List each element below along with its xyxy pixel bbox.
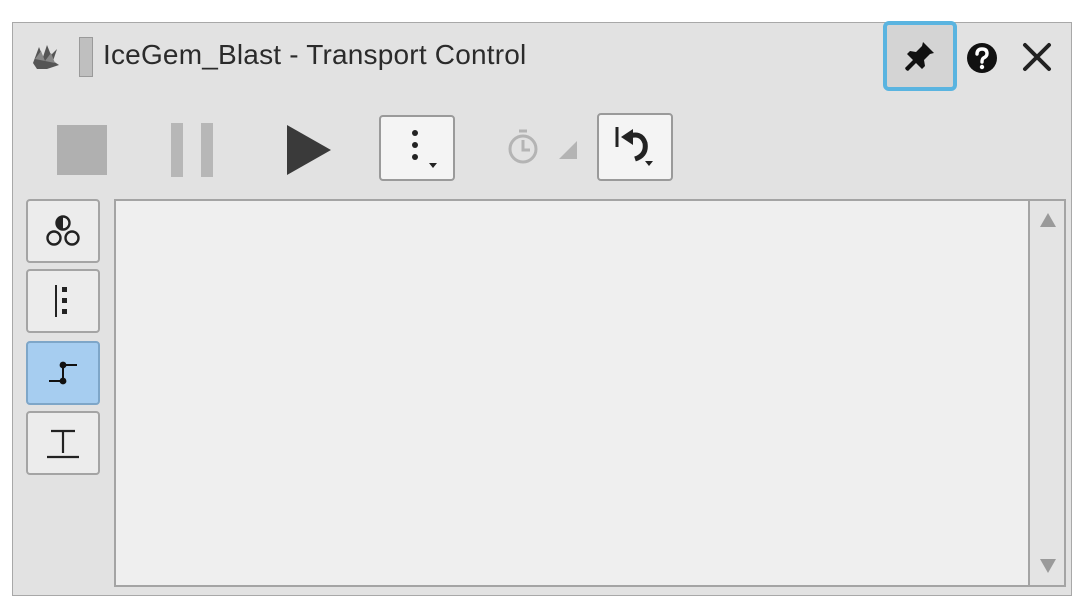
- close-icon[interactable]: [1019, 39, 1055, 75]
- rewind-to-start-icon: [615, 127, 653, 166]
- step-curve-icon: [49, 361, 77, 385]
- rewind-button[interactable]: [597, 113, 673, 181]
- content-panel: [114, 199, 1030, 587]
- options-menu-button[interactable]: [379, 115, 455, 181]
- pin-button[interactable]: [883, 21, 957, 91]
- help-icon[interactable]: [965, 41, 999, 75]
- app-icon: [33, 45, 59, 69]
- play-button[interactable]: [285, 123, 333, 177]
- range-view-button[interactable]: [26, 411, 100, 475]
- particle-view-button[interactable]: [26, 199, 100, 263]
- window-title: IceGem_Blast - Transport Control: [103, 39, 527, 70]
- title-bar: IceGem_Blast - Transport Control: [13, 21, 1071, 91]
- stop-button[interactable]: [57, 125, 107, 175]
- color-swatch: [79, 37, 93, 77]
- time-mode-icon[interactable]: [501, 129, 579, 169]
- curve-view-button[interactable]: [26, 341, 100, 405]
- scroll-down-arrow-icon[interactable]: [1040, 559, 1056, 573]
- pause-button[interactable]: [171, 123, 215, 177]
- dotted-line-icon: [55, 285, 67, 317]
- pin-icon: [905, 42, 934, 71]
- timeline-view-button[interactable]: [26, 269, 100, 333]
- vertical-dots-menu-icon: [412, 130, 437, 168]
- particle-circles-icon: [46, 215, 80, 246]
- transport-toolbar: [13, 91, 1071, 195]
- vertical-scrollbar[interactable]: [1028, 199, 1066, 587]
- range-bracket-icon: [47, 429, 79, 459]
- transport-control-window: IceGem_Blast - Transport Control: [12, 21, 1072, 596]
- scroll-up-arrow-icon[interactable]: [1040, 213, 1056, 227]
